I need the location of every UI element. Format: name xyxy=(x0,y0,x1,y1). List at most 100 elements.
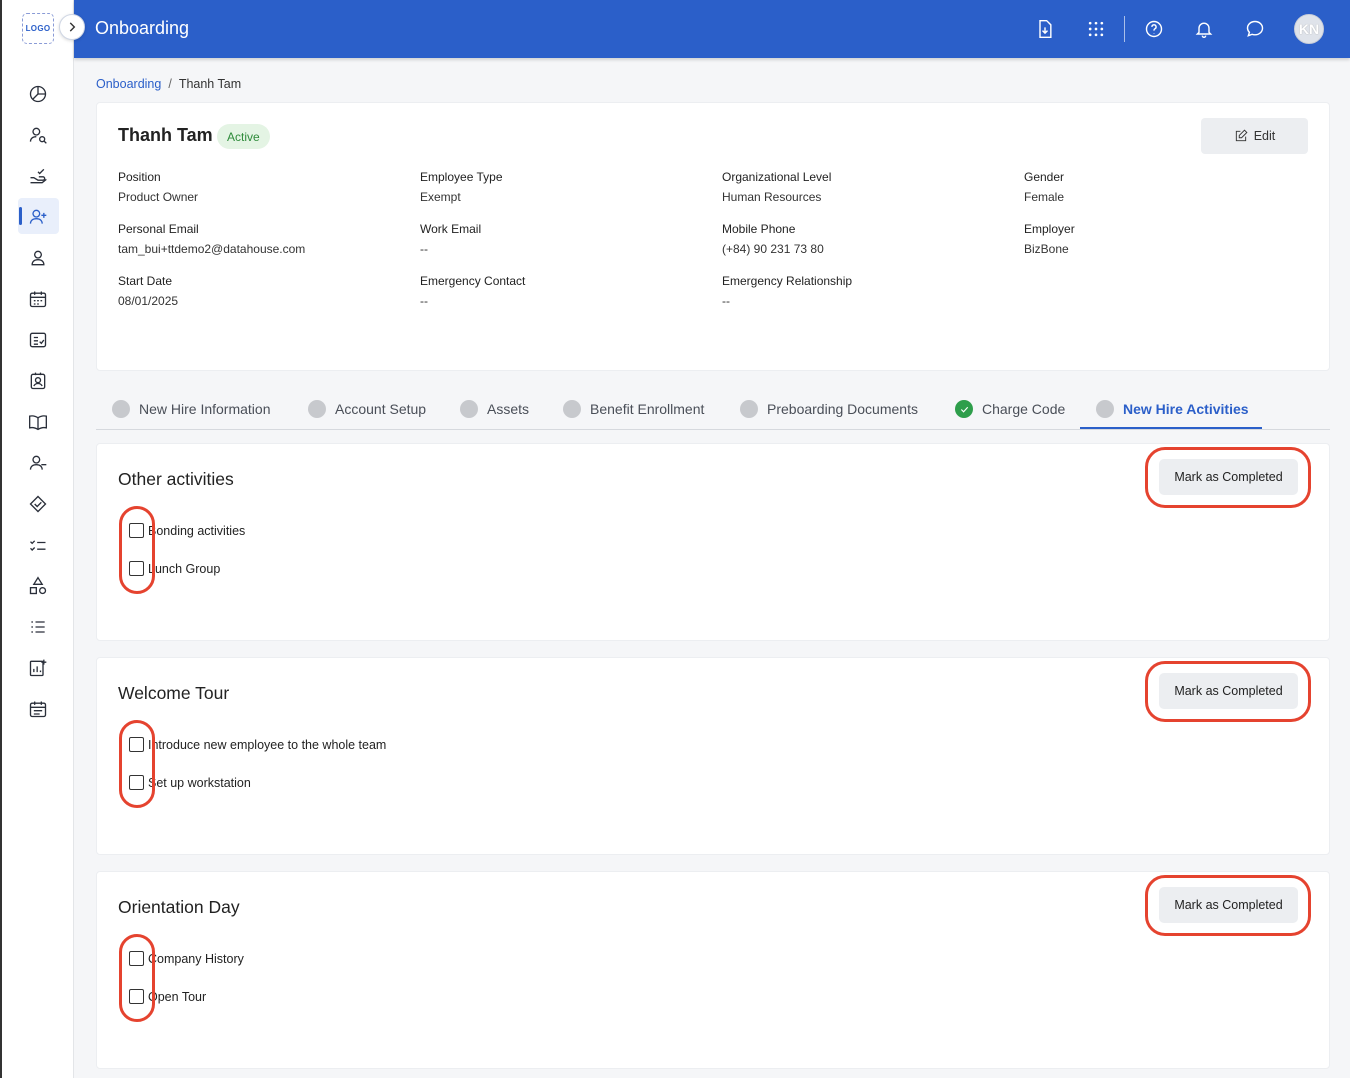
activity-section-welcome-tour: Welcome Tour Mark as Completed Introduce… xyxy=(96,657,1330,855)
sidebar-item-calendar[interactable] xyxy=(2,278,74,319)
field-emergency-relationship: Emergency Relationship -- xyxy=(722,274,852,308)
sidebar-item-directory[interactable] xyxy=(2,360,74,401)
tab-preboarding-documents[interactable]: Preboarding Documents xyxy=(740,388,918,430)
field-work-email: Work Email -- xyxy=(420,222,481,256)
task-checkbox[interactable] xyxy=(129,951,144,966)
top-header: Onboarding KN xyxy=(74,0,1350,58)
sidebar-item-onboarding[interactable] xyxy=(2,196,74,237)
field-value: BizBone xyxy=(1024,242,1069,256)
sidebar-item-schedule[interactable] xyxy=(2,688,74,729)
header-divider xyxy=(1124,16,1125,42)
book-icon xyxy=(29,414,47,430)
sidebar-item-offboarding[interactable] xyxy=(2,442,74,483)
sidebar-item-candidates[interactable] xyxy=(2,114,74,155)
calendar-list-icon xyxy=(29,701,47,717)
tab-new-hire-information[interactable]: New Hire Information xyxy=(112,388,271,430)
task-checkbox[interactable] xyxy=(129,775,144,790)
user-avatar[interactable]: KN xyxy=(1294,14,1324,44)
sidebar-expand-button[interactable] xyxy=(59,14,85,40)
status-dot-icon xyxy=(740,400,758,418)
field-position: Position Product Owner xyxy=(118,170,198,204)
status-dot-icon xyxy=(1096,400,1114,418)
apps-button[interactable] xyxy=(1084,17,1108,41)
task-item[interactable]: Introduce new employee to the whole team xyxy=(129,737,386,752)
task-item[interactable]: Lunch Group xyxy=(129,561,220,576)
user-minus-icon xyxy=(29,455,47,470)
task-label: Set up workstation xyxy=(148,775,251,790)
sidebar-item-employees[interactable] xyxy=(2,237,74,278)
tab-benefit-enrollment[interactable]: Benefit Enrollment xyxy=(563,388,704,430)
help-icon xyxy=(1145,20,1163,38)
tab-charge-code[interactable]: Charge Code xyxy=(955,388,1065,430)
task-item[interactable]: Set up workstation xyxy=(129,775,251,790)
tab-label: New Hire Activities xyxy=(1123,401,1249,417)
field-label: Gender xyxy=(1024,170,1065,184)
breadcrumb-separator: / xyxy=(168,77,172,91)
field-label: Personal Email xyxy=(118,222,199,236)
field-value: 08/01/2025 xyxy=(118,294,179,308)
highlight-ring xyxy=(119,934,155,1022)
sidebar-item-offers[interactable] xyxy=(2,155,74,196)
user-search-icon xyxy=(29,127,47,144)
report-chart-icon xyxy=(29,659,47,676)
user-icon xyxy=(31,250,45,265)
download-button[interactable] xyxy=(1033,17,1057,41)
tab-label: New Hire Information xyxy=(139,401,271,417)
field-start-date: Start Date 08/01/2025 xyxy=(118,274,178,308)
sidebar-item-tasks[interactable] xyxy=(2,524,74,565)
field-emergency-contact: Emergency Contact -- xyxy=(420,274,525,308)
pie-chart-icon xyxy=(29,85,47,102)
app-title: Onboarding xyxy=(95,18,190,38)
task-item[interactable]: Bonding activities xyxy=(129,523,245,538)
task-checkbox[interactable] xyxy=(129,561,144,576)
mark-as-completed-button[interactable]: Mark as Completed xyxy=(1159,673,1298,709)
tab-label: Assets xyxy=(487,401,530,417)
tab-label: Preboarding Documents xyxy=(767,401,918,417)
sidebar-item-reports[interactable] xyxy=(2,647,74,688)
field-label: Emergency Relationship xyxy=(722,274,853,288)
field-value: -- xyxy=(420,294,428,308)
status-dot-icon xyxy=(308,400,326,418)
edit-button[interactable]: Edit xyxy=(1201,118,1308,154)
mark-as-completed-button[interactable]: Mark as Completed xyxy=(1159,887,1298,923)
tab-account-setup[interactable]: Account Setup xyxy=(308,388,426,430)
sidebar-item-deals[interactable] xyxy=(2,483,74,524)
apps-grid-icon xyxy=(1088,21,1104,37)
task-checkbox[interactable] xyxy=(129,989,144,1004)
check-circle-icon xyxy=(955,400,973,418)
activity-section-other-activities: Other activities Mark as Completed Bondi… xyxy=(96,443,1330,641)
tab-label: Charge Code xyxy=(982,401,1066,417)
task-item[interactable]: Open Tour xyxy=(129,989,206,1004)
sidebar-item-assets[interactable] xyxy=(2,565,74,606)
breadcrumb: Onboarding / Thanh Tam xyxy=(96,77,241,91)
task-checkbox[interactable] xyxy=(129,523,144,538)
sidebar-item-reviews[interactable] xyxy=(2,319,74,360)
sidebar-item-handbook[interactable] xyxy=(2,401,74,442)
status-dot-icon xyxy=(563,400,581,418)
section-title: Welcome Tour xyxy=(118,683,230,703)
breadcrumb-current: Thanh Tam xyxy=(178,77,242,91)
task-label: Introduce new employee to the whole team xyxy=(148,737,387,752)
sidebar-item-lists[interactable] xyxy=(2,606,74,647)
sidebar-item-dashboard[interactable] xyxy=(2,73,74,114)
field-value: tam_bui+ttdemo2@datahouse.com xyxy=(118,242,306,256)
field-value: Female xyxy=(1024,190,1065,204)
contact-card-icon xyxy=(30,372,46,389)
tab-assets[interactable]: Assets xyxy=(460,388,529,430)
sidebar-nav xyxy=(2,73,74,729)
section-title: Orientation Day xyxy=(118,897,240,917)
highlight-ring xyxy=(119,506,155,594)
tab-new-hire-activities[interactable]: New Hire Activities xyxy=(1096,388,1249,430)
field-label: Organizational Level xyxy=(722,170,832,184)
mark-as-completed-button[interactable]: Mark as Completed xyxy=(1159,459,1298,495)
active-tab-indicator xyxy=(1080,427,1262,429)
help-button[interactable] xyxy=(1142,17,1166,41)
breadcrumb-onboarding-link[interactable]: Onboarding xyxy=(96,77,161,91)
onboarding-tabs: New Hire Information Account Setup Asset… xyxy=(96,388,1330,430)
task-item[interactable]: Company History xyxy=(129,951,244,966)
task-list-icon xyxy=(30,539,46,551)
task-checkbox[interactable] xyxy=(129,737,144,752)
activity-section-orientation-day: Orientation Day Mark as Completed Compan… xyxy=(96,871,1330,1069)
notifications-button[interactable] xyxy=(1192,17,1216,41)
chat-button[interactable] xyxy=(1243,17,1267,41)
